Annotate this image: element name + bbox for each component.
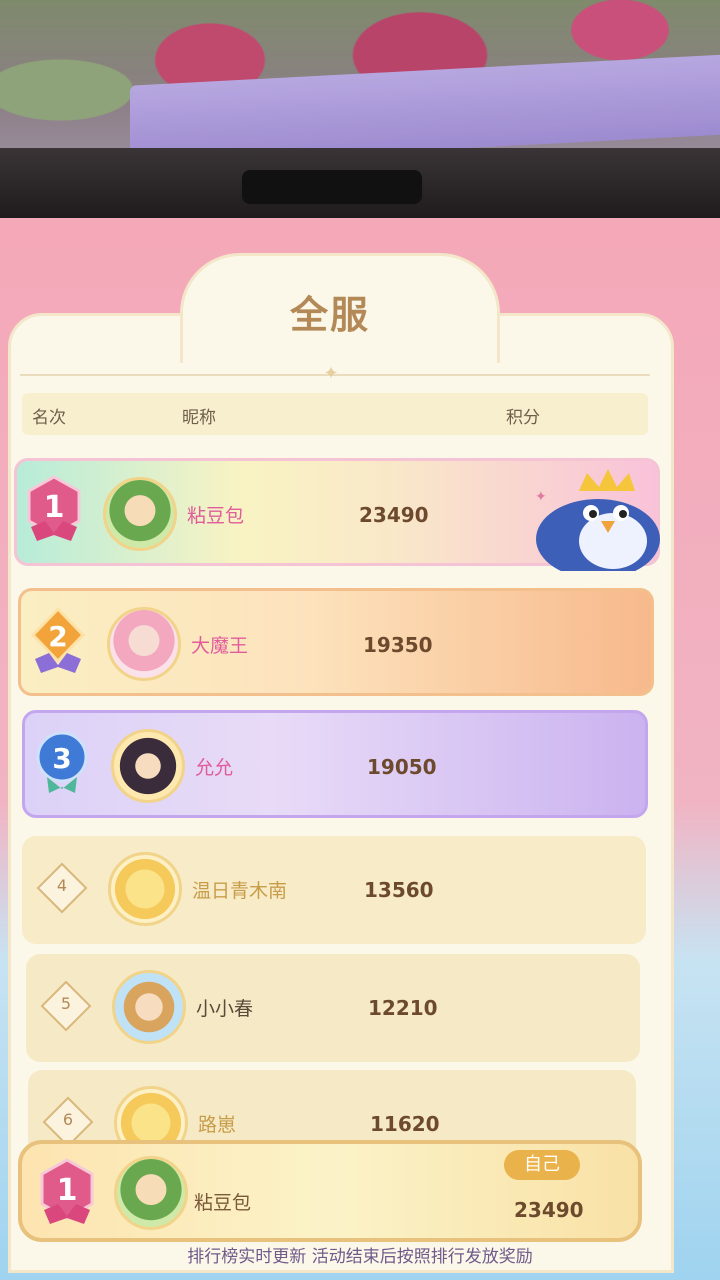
avatar[interactable] [114,1156,188,1230]
rank-medal-icon: 3 [36,731,88,793]
table-row[interactable]: 1 粘豆包 23490 ✦ [14,458,660,571]
svg-text:✦: ✦ [535,489,547,505]
self-rank-number: 1 [57,1173,78,1208]
footer-note: 排行榜实时更新 活动结束后按照排行发放奖励 [187,1247,533,1267]
rank-number: 3 [52,742,71,775]
rank-number: 2 [48,620,67,653]
player-name: 路崽 [198,1114,237,1136]
avatar[interactable] [108,852,182,926]
header-rank: 名次 [32,408,66,428]
panel-title: 全服 [289,293,370,337]
avatar[interactable] [107,607,181,681]
self-rank-bar[interactable]: 1 粘豆包 自己 23490 [18,1140,642,1242]
player-name: 粘豆包 [187,505,245,527]
table-row[interactable]: 5 小小春 12210 [26,954,640,1062]
game-screen: 全服 ✦ 名次 昵称 积分 1 粘豆包 23490 ✦ 2 大魔王 19350 … [0,218,720,1280]
header-nickname: 昵称 [182,408,216,428]
player-score: 23490 [359,503,429,527]
rank-medal-icon: 1 [27,475,81,541]
table-row[interactable]: 2 大魔王 19350 [18,588,654,696]
rank-medal-icon: 1 [40,1158,94,1224]
camera-notch [242,170,422,204]
player-score: 19350 [363,633,433,657]
avatar[interactable] [103,477,177,551]
table-header: 名次 昵称 积分 [22,393,648,435]
self-badge: 自己 [504,1150,580,1180]
player-score: 12210 [368,996,438,1020]
self-name: 粘豆包 [194,1192,252,1214]
rank-medal-icon: 2 [30,606,86,673]
player-score: 11620 [370,1112,440,1136]
table-row[interactable]: 4 温日青木南 13560 [22,836,646,944]
rank-number: 5 [60,994,72,1013]
self-score: 23490 [514,1198,584,1222]
player-score: 19050 [367,755,437,779]
table-row[interactable]: 3 允允 19050 [22,710,648,818]
penguin-mascot-icon: ✦ [535,469,660,571]
avatar[interactable] [112,970,186,1044]
player-name: 大魔王 [191,635,249,657]
header-score: 积分 [506,408,540,428]
player-name: 温日青木南 [192,880,288,902]
avatar[interactable] [111,729,185,803]
rank-number: 1 [44,490,65,525]
player-name: 小小春 [196,998,254,1020]
star-icon: ✦ [323,363,339,384]
rank-number: 6 [62,1110,74,1129]
player-name: 允允 [195,757,234,779]
player-score: 13560 [364,878,434,902]
rank-number: 4 [56,876,68,895]
